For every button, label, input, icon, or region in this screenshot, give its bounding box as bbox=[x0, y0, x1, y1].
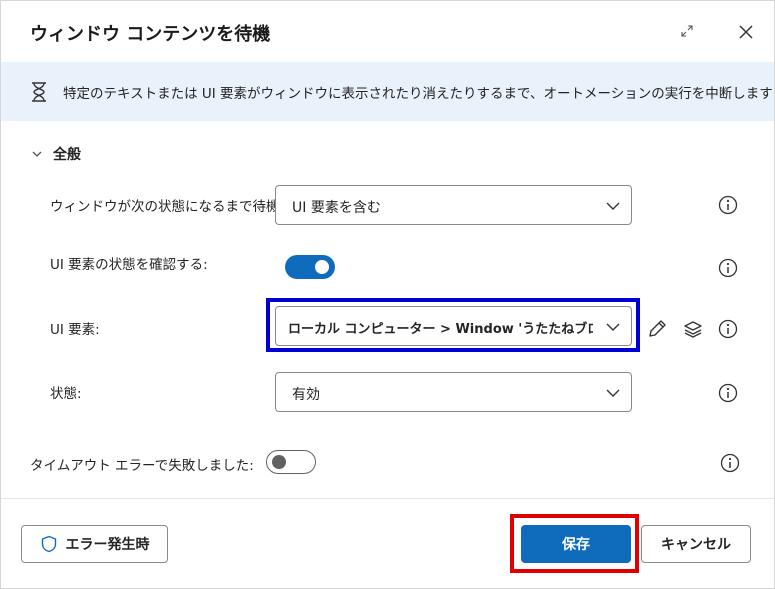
save-button-highlight bbox=[510, 514, 639, 573]
verify-state-toggle[interactable] bbox=[285, 255, 335, 279]
ui-element-highlight bbox=[266, 298, 640, 352]
info-icon[interactable] bbox=[718, 195, 738, 215]
expand-icon bbox=[681, 25, 693, 37]
wait-state-dropdown[interactable]: UI 要素を含む bbox=[275, 185, 632, 225]
pencil-icon[interactable] bbox=[646, 318, 668, 340]
wait-state-value: UI 要素を含む bbox=[292, 200, 381, 216]
close-icon bbox=[739, 25, 753, 39]
state-dropdown[interactable]: 有効 bbox=[275, 372, 632, 412]
toggle-knob bbox=[315, 260, 329, 274]
hourglass-icon bbox=[32, 82, 46, 102]
ui-element-label: UI 要素: bbox=[50, 322, 100, 338]
info-icon[interactable] bbox=[718, 258, 738, 278]
verify-state-label: UI 要素の状態を確認する: bbox=[50, 257, 208, 273]
cancel-label: キャンセル bbox=[661, 537, 731, 553]
section-general-toggle[interactable]: 全般 bbox=[31, 144, 81, 164]
close-button[interactable] bbox=[735, 21, 757, 43]
info-icon[interactable] bbox=[720, 453, 740, 473]
expand-button[interactable] bbox=[677, 21, 697, 41]
shield-icon bbox=[41, 535, 56, 553]
cancel-button[interactable]: キャンセル bbox=[641, 525, 751, 563]
info-banner: 特定のテキストまたは UI 要素がウィンドウに表示されたり消えたりするまで、オー… bbox=[1, 62, 774, 121]
wait-window-content-dialog: ウィンドウ コンテンツを待機 特定のテキストまたは UI 要素がウィンドウに表示… bbox=[0, 0, 775, 589]
footer-divider bbox=[1, 498, 774, 499]
info-icon[interactable] bbox=[718, 319, 738, 339]
on-error-label: エラー発生時 bbox=[65, 537, 150, 553]
on-error-button[interactable]: エラー発生時 bbox=[21, 525, 168, 563]
layers-icon[interactable] bbox=[683, 319, 703, 339]
banner-description: 特定のテキストまたは UI 要素がウィンドウに表示されたり消えたりするまで、オー… bbox=[63, 86, 773, 102]
chevron-down-icon bbox=[606, 389, 620, 397]
chevron-down-icon bbox=[32, 151, 42, 157]
state-value: 有効 bbox=[292, 387, 320, 403]
toggle-knob bbox=[272, 455, 286, 469]
chevron-down-icon bbox=[606, 202, 620, 210]
info-icon[interactable] bbox=[718, 383, 738, 403]
dialog-title: ウィンドウ コンテンツを待機 bbox=[30, 24, 271, 45]
state-label: 状態: bbox=[50, 386, 82, 402]
wait-state-label: ウィンドウが次の状態になるまで待機: bbox=[50, 199, 285, 215]
section-title: 全般 bbox=[53, 147, 81, 163]
timeout-label: タイムアウト エラーで失敗しました: bbox=[30, 458, 254, 474]
timeout-toggle[interactable] bbox=[266, 450, 316, 474]
